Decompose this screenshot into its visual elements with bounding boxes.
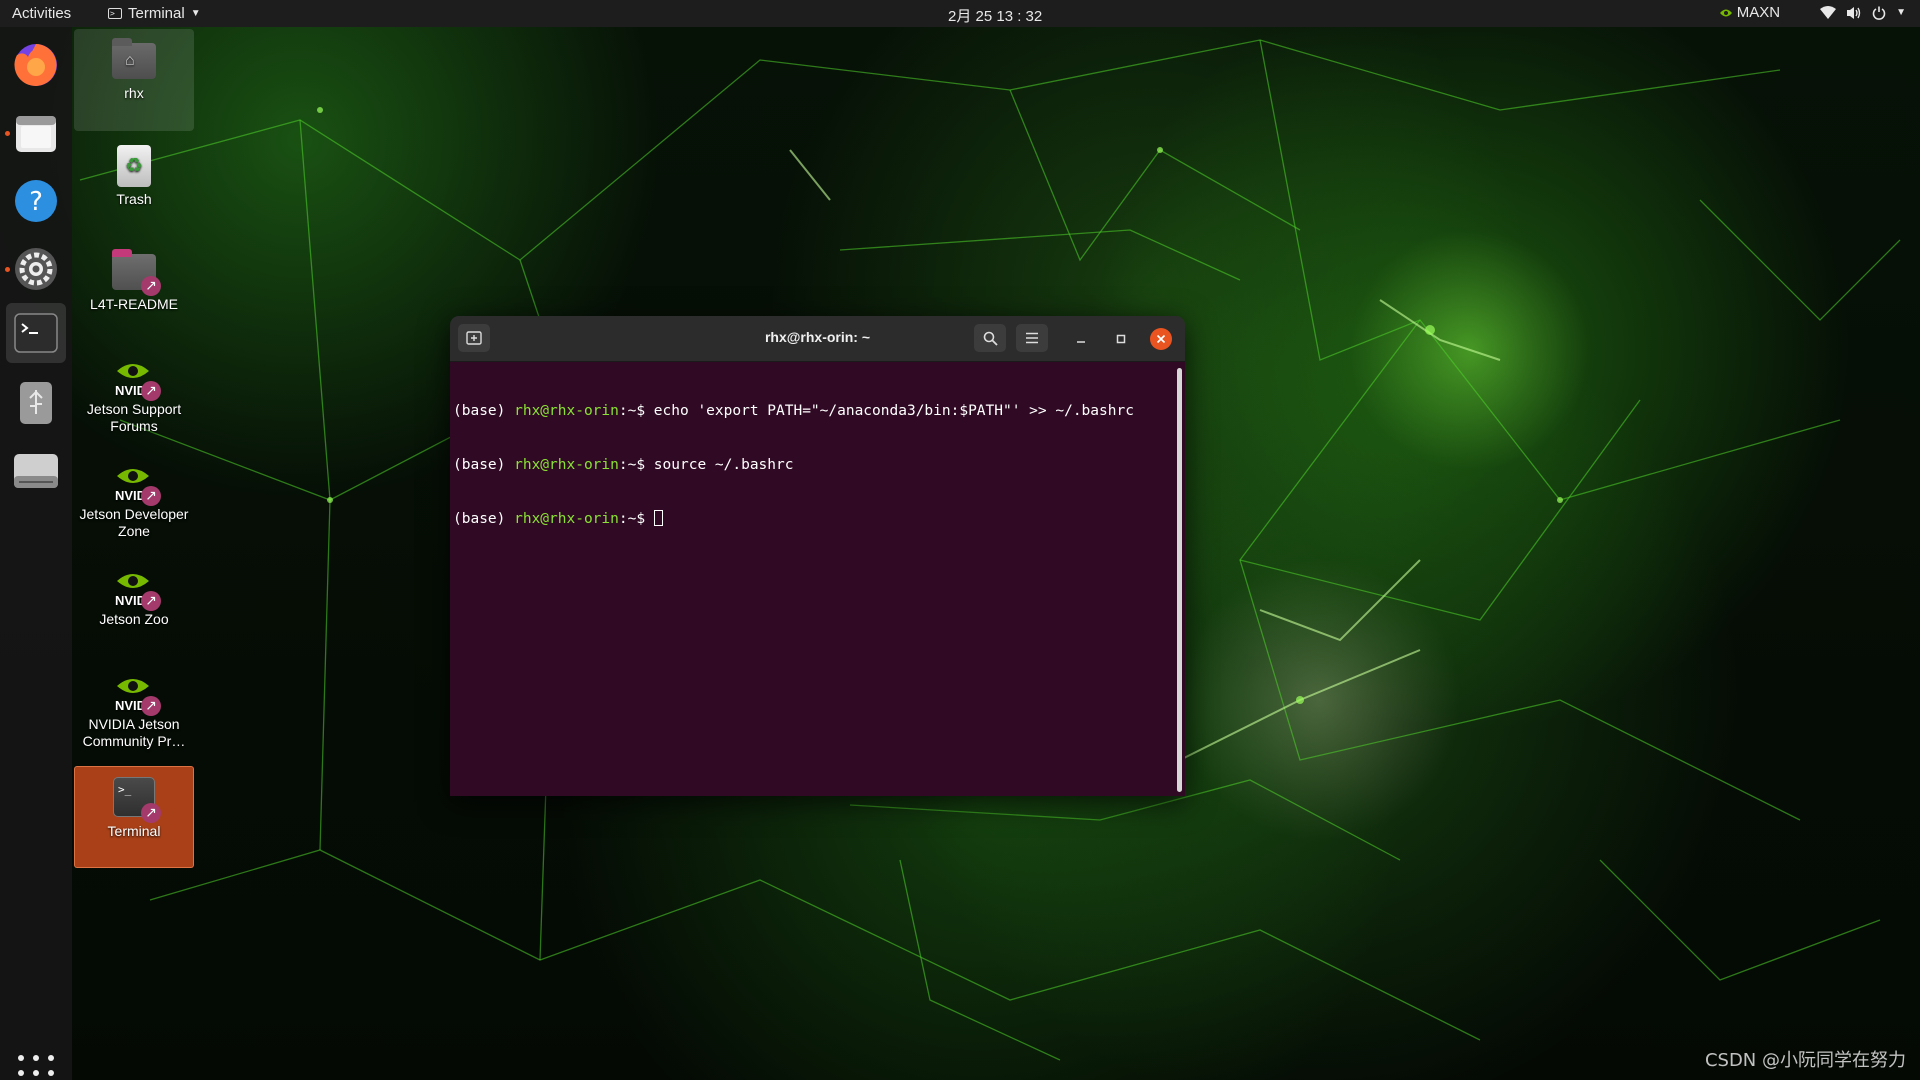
disk-drive-icon <box>14 454 58 488</box>
prompt-path: :~$ <box>618 457 654 473</box>
link-arrow-icon: ↗ <box>141 381 161 401</box>
terminal-line: (base) rhx@rhx-orin:~$ echo 'export PATH… <box>453 402 1134 420</box>
link-arrow-icon: ↗ <box>141 276 161 296</box>
chevron-down-icon: ▼ <box>1896 7 1906 18</box>
desktop-icon-label: Jetson Zoo <box>99 611 169 627</box>
running-indicator <box>5 131 10 136</box>
activities-button[interactable]: Activities <box>12 5 71 22</box>
terminal-icon: >_ ↗ <box>109 775 161 823</box>
volume-icon <box>1847 6 1861 19</box>
desktop-icon-jetson-zoo[interactable]: NVIDI ↗ Jetson Zoo <box>74 555 194 645</box>
show-applications-button[interactable] <box>18 1055 54 1080</box>
desktop-icon-home[interactable]: ⌂ rhx <box>74 29 194 131</box>
minimize-icon <box>1077 341 1085 343</box>
desktop-icon-label: NVIDIA Jetson Community Pr… <box>82 716 186 749</box>
dock-files[interactable] <box>6 103 66 163</box>
trash-icon: ♻ <box>109 143 159 189</box>
terminal-window[interactable]: rhx@rhx-orin: ~ (base) rhx@rhx-orin:~$ e… <box>450 316 1185 796</box>
maximize-button[interactable] <box>1110 328 1132 350</box>
desktop-icon-jetson-support-forums[interactable]: NVIDI ↗ Jetson Support Forums <box>74 345 194 449</box>
nvidia-icon <box>1719 9 1732 16</box>
link-arrow-icon: ↗ <box>141 591 161 611</box>
app-menu[interactable]: > Terminal ▼ <box>108 5 201 22</box>
command-text: source ~/.bashrc <box>653 457 794 473</box>
app-menu-label: Terminal <box>128 5 185 22</box>
terminal-header-bar[interactable]: rhx@rhx-orin: ~ <box>450 316 1185 362</box>
search-button[interactable] <box>974 324 1006 352</box>
help-icon: ? <box>15 180 57 222</box>
desktop-icon-terminal[interactable]: >_ ↗ Terminal <box>74 766 194 868</box>
terminal-icon: > <box>108 8 122 19</box>
dock: ? <box>0 27 72 1080</box>
dock-usb-drive[interactable] <box>6 373 66 433</box>
close-button[interactable] <box>1150 328 1172 350</box>
nvidia-icon: NVIDI ↗ <box>109 353 161 401</box>
close-icon <box>1156 334 1166 344</box>
desktop-icon-l4t-readme[interactable]: ↗ L4T-README <box>74 240 194 340</box>
prompt-user-host: rhx@rhx-orin <box>514 511 619 527</box>
svg-text:?: ? <box>29 187 43 217</box>
desktop-icon-trash[interactable]: ♻ Trash <box>74 135 194 235</box>
minimize-button[interactable] <box>1070 328 1092 350</box>
dock-terminal[interactable] <box>6 303 66 363</box>
conda-env: (base) <box>453 457 515 473</box>
maximize-icon <box>1116 334 1126 344</box>
top-bar: Activities > Terminal ▼ 2月 25 13 : 32 MA… <box>0 0 1920 27</box>
firefox-icon <box>14 44 57 86</box>
power-mode-label: MAXN <box>1736 4 1781 21</box>
terminal-line: (base) rhx@rhx-orin:~$ source ~/.bashrc <box>453 456 1134 474</box>
desktop-icon-nvidia-jetson-community[interactable]: NVIDI ↗ NVIDIA Jetson Community Pr… <box>74 660 194 760</box>
folder-link-icon: ↗ <box>109 248 161 296</box>
link-arrow-icon: ↗ <box>141 486 161 506</box>
usb-drive-icon <box>20 382 52 424</box>
terminal-content[interactable]: (base) rhx@rhx-orin:~$ echo 'export PATH… <box>450 362 1185 796</box>
hamburger-menu-icon <box>1026 332 1038 344</box>
text-cursor <box>653 510 663 526</box>
terminal-scrollbar[interactable] <box>1177 368 1182 792</box>
wifi-icon <box>1820 6 1837 19</box>
watermark: CSDN @小阮同学在努力 <box>1704 1050 1906 1071</box>
nvidia-icon: NVIDI ↗ <box>109 668 161 716</box>
nvidia-icon: NVIDI ↗ <box>109 563 161 611</box>
prompt-path: :~$ <box>618 511 654 527</box>
desktop-icon-label: Terminal <box>107 823 161 839</box>
search-icon <box>983 331 998 346</box>
prompt-user-host: rhx@rhx-orin <box>514 457 619 473</box>
desktop-icon-label: Jetson Support Forums <box>86 401 182 434</box>
menu-button[interactable] <box>1016 324 1048 352</box>
conda-env: (base) <box>453 403 515 419</box>
prompt-user-host: rhx@rhx-orin <box>514 403 619 419</box>
terminal-icon <box>14 313 58 353</box>
desktop-icon-label: L4T-README <box>90 296 178 312</box>
dock-settings[interactable] <box>6 239 66 299</box>
conda-env: (base) <box>453 511 515 527</box>
chevron-down-icon: ▼ <box>190 8 201 19</box>
link-arrow-icon: ↗ <box>141 696 161 716</box>
settings-icon <box>15 248 57 290</box>
prompt-path: :~$ <box>618 403 654 419</box>
command-text: echo 'export PATH="~/anaconda3/bin:$PATH… <box>653 403 1134 419</box>
clock[interactable]: 2月 25 13 : 32 <box>948 5 1042 26</box>
terminal-line: (base) rhx@rhx-orin:~$ <box>453 510 1134 528</box>
dock-disk-drive[interactable] <box>6 441 66 501</box>
dock-help[interactable]: ? <box>6 171 66 231</box>
dock-firefox[interactable] <box>6 35 66 95</box>
power-icon <box>1872 6 1886 20</box>
system-status-area[interactable]: MAXN ▼ <box>1719 4 1906 21</box>
nvidia-icon: NVIDI ↗ <box>109 458 161 506</box>
desktop-icon-label: Trash <box>116 191 152 207</box>
files-icon <box>16 116 56 152</box>
link-arrow-icon: ↗ <box>141 803 161 823</box>
desktop-icon-jetson-developer-zone[interactable]: NVIDI ↗ Jetson Developer Zone <box>74 450 194 554</box>
home-folder-icon: ⌂ <box>109 37 159 83</box>
desktop-icon-label: rhx <box>124 85 144 101</box>
desktop-icon-label: Jetson Developer Zone <box>79 506 189 539</box>
running-indicator <box>5 267 10 272</box>
